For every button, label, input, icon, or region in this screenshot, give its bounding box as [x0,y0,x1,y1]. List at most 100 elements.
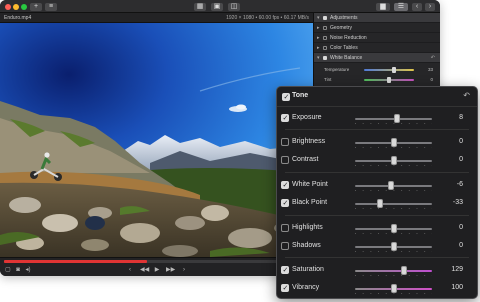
saturation-label: Saturation [292,266,324,273]
contrast-value: 0 [459,156,463,163]
panel-divider [285,215,469,216]
minimize-window-button[interactable] [13,3,19,10]
adjustments-checkbox[interactable] [323,16,327,20]
split-view-button[interactable]: ◫ [228,2,240,11]
black-point-knob[interactable] [377,199,384,208]
exposure-checkbox[interactable] [281,114,289,122]
white-balance-checkbox[interactable] [323,56,327,60]
highlights-knob[interactable] [390,224,397,233]
viewer-icon: ▣ [213,2,221,10]
contrast-ticks [355,165,432,166]
file-name: Enduro.mp4 [4,15,32,21]
highlights-checkbox[interactable] [281,224,289,232]
white-point-checkbox[interactable] [281,181,289,189]
temperature-row: Temperature 33 [324,67,433,73]
camera-icon[interactable]: ◙ [14,267,22,274]
saturation-knob[interactable] [401,266,408,275]
sidebar-item-adjustments[interactable]: ▾ Adjustments [314,13,440,23]
tone-row-white-point: White Point -6 [277,178,477,194]
timeline-scrubber[interactable] [4,260,309,263]
contrast-checkbox[interactable] [281,156,289,164]
brightness-ticks [355,147,432,148]
histogram-button[interactable]: ▆ [376,2,390,11]
rewind-button[interactable]: ◀◀ [140,267,149,274]
split-icon: ◫ [230,2,238,10]
brightness-knob[interactable] [390,138,397,147]
black-point-value: -33 [452,199,463,206]
white-point-value: -6 [456,181,463,188]
close-window-button[interactable] [5,3,11,10]
white-point-label: White Point [292,181,328,188]
shadows-value: 0 [459,242,463,249]
reset-icon[interactable]: ↶ [431,53,435,63]
tone-checkbox[interactable] [282,93,290,101]
vibrancy-knob[interactable] [390,284,397,293]
panel-divider [285,129,469,130]
sidebar-item-geometry[interactable]: ▸ Geometry [314,23,440,33]
reset-icon[interactable]: ↶ [463,91,470,100]
viewer-button[interactable]: ▣ [211,2,223,11]
tone-panel-header: Tone ↶ [277,87,477,107]
tone-panel: Tone ↶ Exposure 8 Brightness 0 Contrast 0 Whit… [276,86,478,299]
brightness-checkbox[interactable] [281,138,289,146]
white-point-knob[interactable] [388,181,395,190]
brightness-value: 0 [459,138,463,145]
sidebar-item-noise-reduction[interactable]: ▸ Noise Reduction [314,33,440,43]
grid-view-button[interactable]: ▦ [194,2,206,11]
temperature-knob[interactable] [392,67,396,73]
highlights-ticks [355,233,432,234]
file-info-bar: Enduro.mp4 1920 × 1080 • 60.00 fps • 60.… [0,13,313,23]
tone-row-vibrancy: Vibrancy 100 [277,281,477,297]
play-button[interactable]: ▶ [153,267,161,274]
grid-icon: ▦ [196,2,204,10]
tone-row-exposure: Exposure 8 [277,111,477,127]
step-back-button[interactable]: ‹ [126,267,134,274]
chevron-right-icon: ▸ [317,25,320,31]
saturation-ticks [355,275,432,276]
list-view-button[interactable]: ≡ [45,2,57,11]
saturation-slider[interactable] [355,270,432,272]
black-point-slider[interactable] [355,203,432,205]
tone-row-shadows: Shadows 0 [277,239,477,255]
tint-row: Tint 0 [324,77,433,83]
aspect-icon[interactable]: ▢ [4,267,12,274]
geometry-checkbox[interactable] [323,26,327,30]
fast-forward-button[interactable]: ▶▶ [166,267,175,274]
plus-icon: + [33,2,39,10]
adjustments-button[interactable]: ☰ [394,2,408,11]
tone-row-brightness: Brightness 0 [277,135,477,151]
brightness-label: Brightness [292,138,326,145]
vibrancy-checkbox[interactable] [281,284,289,292]
tone-row-contrast: Contrast 0 [277,153,477,169]
contrast-knob[interactable] [390,156,397,165]
step-forward-button[interactable]: › [180,267,188,274]
list-icon: ≡ [48,2,54,10]
color-tables-checkbox[interactable] [323,46,327,50]
shadows-ticks [355,251,432,252]
timeline-progress [4,260,148,263]
saturation-value: 129 [451,266,463,273]
sidebar-item-white-balance[interactable]: ▾ White Balance ↶ [314,53,440,63]
shadows-checkbox[interactable] [281,242,289,250]
shadows-knob[interactable] [390,242,397,251]
next-button[interactable]: › [425,2,435,11]
add-button[interactable]: + [30,2,42,11]
saturation-checkbox[interactable] [281,266,289,274]
tint-knob[interactable] [387,77,391,83]
previous-button[interactable]: ‹ [412,2,422,11]
temperature-slider[interactable] [364,69,414,71]
exposure-value: 8 [459,114,463,121]
volume-icon[interactable]: ◂) [24,267,32,274]
playback-bar: ▢ ◙ ◂) ‹ ◀◀ ▶ ▶▶ › [0,257,313,276]
chevron-right-icon: ▸ [317,35,320,41]
chevron-right-icon: › [428,2,432,10]
toolbar: + ≡ ▦ ▣ ◫ ▆ ☰ ‹ › [0,0,440,13]
exposure-knob[interactable] [394,114,401,123]
zoom-window-button[interactable] [21,3,27,10]
noise-reduction-checkbox[interactable] [323,36,327,40]
video-preview[interactable] [0,23,313,257]
landscape-image [0,23,313,257]
black-point-checkbox[interactable] [281,199,289,207]
file-metadata: 1920 × 1080 • 60.00 fps • 60.17 MB/s [226,15,309,21]
sidebar-item-color-tables[interactable]: ▸ Color Tables [314,43,440,53]
